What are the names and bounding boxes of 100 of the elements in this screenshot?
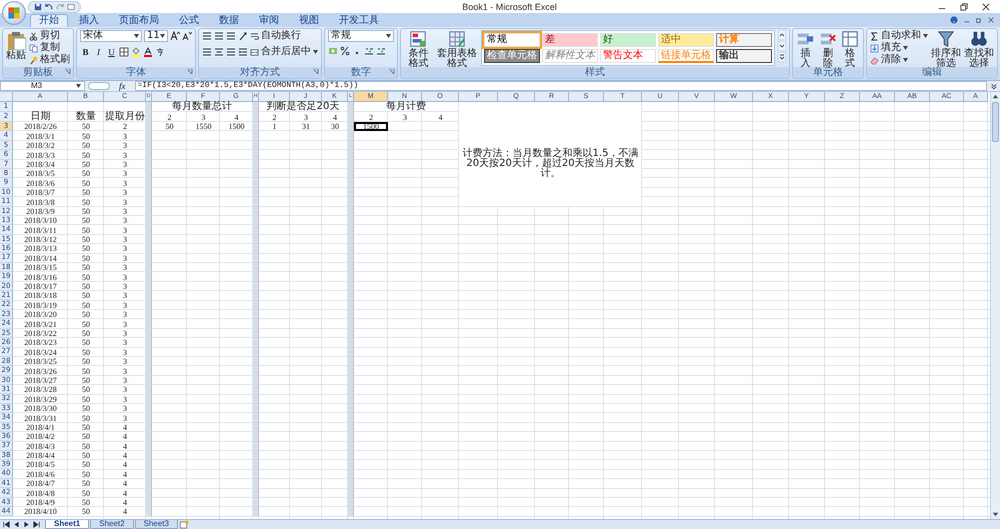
sheet-tab[interactable]: Sheet2 bbox=[90, 520, 134, 529]
font-size-field[interactable]: 11 bbox=[144, 30, 168, 42]
save-icon[interactable] bbox=[34, 2, 42, 10]
format-sheet-icon[interactable] bbox=[841, 30, 860, 48]
font-color-icon[interactable] bbox=[143, 47, 153, 57]
conditional-format-icon[interactable] bbox=[409, 30, 428, 48]
clipboard-icon[interactable] bbox=[6, 30, 26, 50]
customize-icon[interactable] bbox=[67, 2, 75, 10]
ribbon-tab[interactable]: 审阅 bbox=[250, 14, 288, 27]
wrap-text-button[interactable]: 自动换行 bbox=[250, 30, 301, 42]
clipboard-button[interactable]: 格式刷 bbox=[29, 54, 70, 66]
style-button[interactable]: 条件格式 bbox=[404, 30, 433, 67]
shrink-font-icon[interactable] bbox=[182, 31, 192, 41]
restore-icon[interactable] bbox=[960, 2, 968, 10]
copy-icon[interactable] bbox=[29, 44, 38, 52]
table-style-icon[interactable] bbox=[448, 30, 466, 48]
cell-text: 50 bbox=[81, 366, 91, 376]
scroll-up-icon[interactable] bbox=[778, 30, 786, 40]
insert-sheet-icon[interactable] bbox=[178, 520, 189, 529]
orientation-icon[interactable] bbox=[238, 31, 248, 41]
ribbon-tab[interactable]: 数据 bbox=[210, 14, 248, 27]
ribbon-tab[interactable]: 开发工具 bbox=[330, 14, 388, 27]
last-sheet-icon[interactable] bbox=[33, 521, 40, 528]
style-button[interactable]: 套用表格格式 bbox=[436, 30, 478, 67]
percent-icon[interactable] bbox=[340, 46, 350, 56]
clipboard-button[interactable]: 剪切 bbox=[29, 30, 70, 42]
expand-icon[interactable] bbox=[990, 82, 998, 90]
number-format-field[interactable]: 常规 bbox=[328, 30, 394, 42]
ribbon-tab[interactable]: 插入 bbox=[70, 14, 108, 27]
brush-icon[interactable] bbox=[29, 56, 38, 64]
cell-style-option[interactable]: 适中 bbox=[658, 33, 714, 47]
name-box[interactable]: M3 bbox=[0, 81, 85, 91]
active-cell[interactable]: 1500 bbox=[354, 122, 388, 132]
align-right-icon[interactable] bbox=[226, 47, 236, 57]
sheet-tab[interactable]: Sheet1 bbox=[45, 520, 90, 529]
format-toggle[interactable]: B bbox=[80, 46, 91, 58]
cells-button[interactable]: 删除 bbox=[818, 30, 838, 67]
editing-menu-button[interactable]: 排序和筛选 bbox=[930, 30, 961, 67]
help-icon[interactable] bbox=[950, 16, 958, 24]
font-name-field[interactable]: 宋体 bbox=[80, 30, 142, 42]
indent-icon[interactable] bbox=[238, 47, 248, 57]
vertical-scrollbar[interactable] bbox=[990, 92, 1000, 519]
ribbon-tab[interactable]: 视图 bbox=[290, 14, 328, 27]
border-icon[interactable] bbox=[119, 47, 129, 57]
formula-field[interactable]: =IF(I3<20,E3*20*1.5,E3*DAY(EOMONTH(A3,0)*1.5)) bbox=[134, 81, 987, 91]
decrease-decimal-icon[interactable] bbox=[376, 46, 386, 56]
scroll-down-icon[interactable] bbox=[778, 41, 786, 51]
next-sheet-icon[interactable] bbox=[23, 521, 30, 528]
cell-text: 2018/3/8 bbox=[25, 198, 56, 207]
dialog-launcher-icon[interactable] bbox=[187, 69, 193, 75]
format-toggle[interactable]: U bbox=[106, 46, 117, 58]
cell-style-option[interactable]: 常规 bbox=[484, 33, 540, 47]
merge-icon[interactable] bbox=[250, 48, 259, 56]
scroll-thumb[interactable] bbox=[992, 102, 999, 142]
cell-style-option[interactable]: 警告文本 bbox=[600, 49, 656, 63]
align-center-icon[interactable] bbox=[214, 47, 224, 57]
dialog-launcher-icon[interactable] bbox=[389, 69, 395, 75]
insert-function-label[interactable]: fx bbox=[113, 82, 132, 90]
close-icon[interactable] bbox=[988, 17, 994, 23]
merge-center-button[interactable]: 合并后居中 bbox=[250, 46, 318, 58]
ribbon-tab[interactable]: 公式 bbox=[170, 14, 208, 27]
phonetic-icon[interactable] bbox=[155, 47, 165, 57]
align-top-icon[interactable] bbox=[202, 31, 212, 41]
cell-style-option[interactable]: 解释性文本 bbox=[542, 49, 598, 63]
editing-button[interactable]: 填充 bbox=[870, 42, 928, 54]
scissors-icon[interactable] bbox=[29, 32, 38, 40]
clipboard-button[interactable]: 复制 bbox=[29, 42, 70, 54]
editing-button[interactable]: 自动求和 bbox=[870, 30, 928, 42]
cell-style-option[interactable]: 好 bbox=[600, 33, 656, 47]
cell-style-option[interactable]: 差 bbox=[542, 33, 598, 47]
close-icon[interactable] bbox=[982, 2, 990, 10]
eraser-icon[interactable] bbox=[870, 56, 879, 64]
increase-decimal-icon[interactable] bbox=[364, 46, 374, 56]
sigma-icon[interactable] bbox=[870, 32, 879, 40]
align-middle-icon[interactable] bbox=[214, 31, 224, 41]
ribbon-tab[interactable]: 页面布局 bbox=[110, 14, 168, 27]
align-left-icon[interactable] bbox=[202, 47, 212, 57]
dialog-launcher-icon[interactable] bbox=[313, 69, 319, 75]
align-bottom-icon[interactable] bbox=[226, 31, 236, 41]
wrap-icon[interactable] bbox=[250, 32, 259, 40]
cell-style-option[interactable]: 输出 bbox=[716, 49, 772, 63]
format-toggle[interactable]: I bbox=[93, 46, 104, 58]
undo-icon[interactable] bbox=[45, 2, 53, 10]
cell-text: 4 bbox=[332, 113, 338, 122]
sheet-tab[interactable]: Sheet3 bbox=[134, 520, 178, 529]
cells-button[interactable]: 格式 bbox=[840, 30, 860, 67]
grow-font-icon[interactable] bbox=[170, 31, 180, 41]
editing-button[interactable]: 清除 bbox=[870, 54, 928, 66]
fill-down-icon[interactable] bbox=[870, 44, 879, 52]
ribbon-tab[interactable]: 开始 bbox=[30, 14, 68, 27]
cell-text: 3 bbox=[122, 310, 128, 320]
previous-sheet-icon[interactable] bbox=[13, 521, 20, 528]
first-sheet-icon[interactable] bbox=[3, 521, 10, 528]
paste-button[interactable]: 粘贴 bbox=[6, 30, 26, 61]
fill-bucket-icon[interactable] bbox=[131, 47, 141, 57]
more-icon[interactable] bbox=[778, 52, 786, 62]
binoculars-icon[interactable] bbox=[970, 30, 988, 48]
restore-icon[interactable] bbox=[976, 17, 982, 23]
dialog-launcher-icon[interactable] bbox=[65, 69, 71, 75]
sort-filter-icon[interactable] bbox=[936, 30, 955, 48]
